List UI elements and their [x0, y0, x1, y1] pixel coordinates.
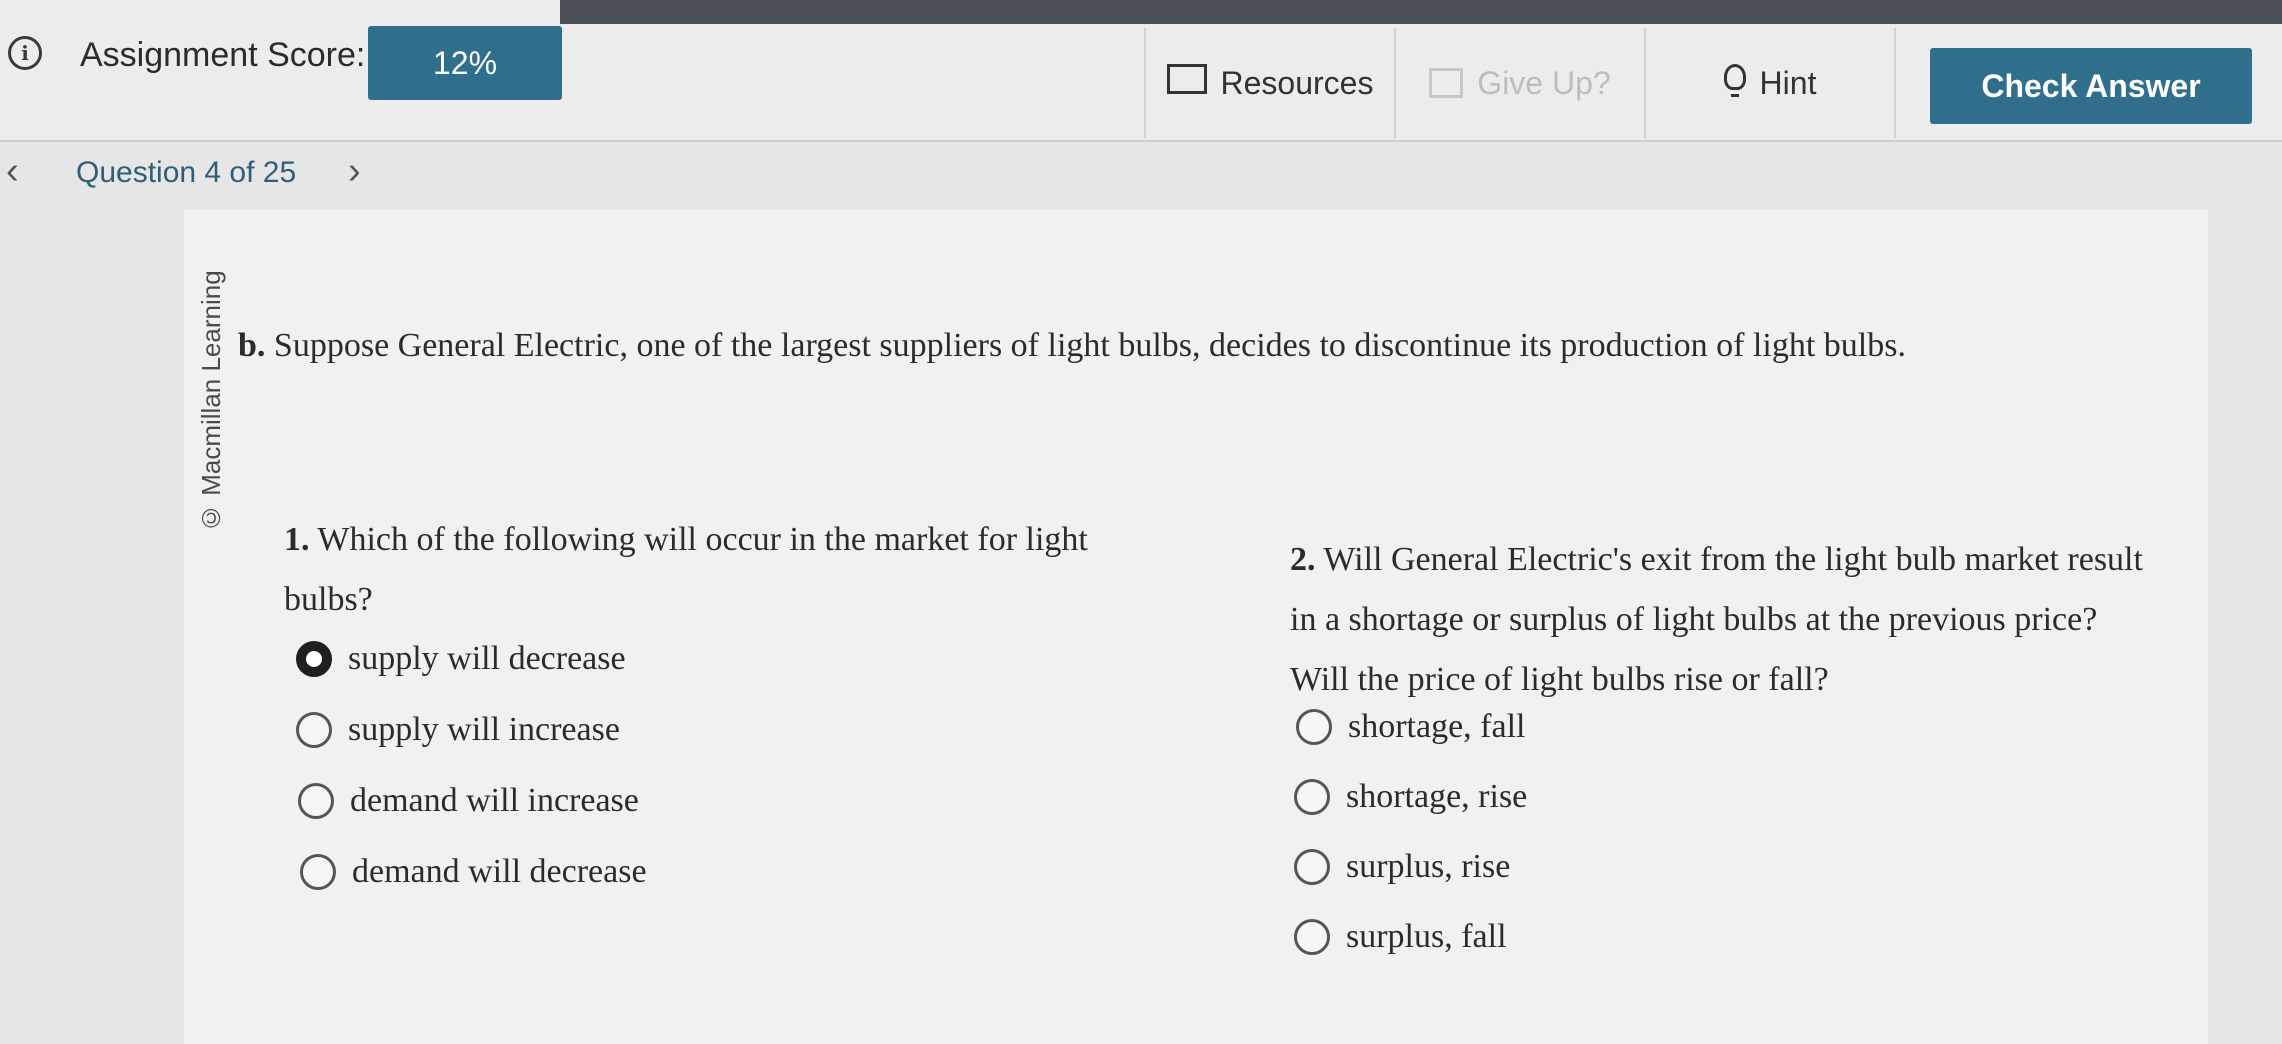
radio-button[interactable] — [296, 712, 332, 748]
radio-button[interactable] — [1294, 849, 1330, 885]
copyright-watermark: © Macmillan Learning — [196, 270, 226, 533]
assignment-score-label: Assignment Score: — [80, 36, 366, 74]
question-2: 2. Will General Electric's exit from the… — [1290, 530, 2150, 710]
chevron-left-icon[interactable]: ‹ — [6, 150, 19, 193]
give-up-icon — [1429, 68, 1464, 98]
q2-option-label: surplus, rise — [1346, 848, 1511, 885]
chevron-right-icon[interactable]: › — [348, 150, 361, 193]
q1-option[interactable]: supply will decrease — [296, 640, 626, 678]
question-navigation: ‹ Question 4 of 25 › — [0, 150, 400, 200]
q2-option[interactable]: shortage, fall — [1296, 708, 1526, 746]
q2-option-label: surplus, fall — [1346, 918, 1507, 955]
question-2-text: Will General Electric's exit from the li… — [1290, 541, 2143, 698]
radio-button[interactable] — [298, 783, 334, 819]
info-icon[interactable]: i — [8, 36, 42, 70]
q1-option-label: supply will increase — [348, 711, 620, 748]
question-counter[interactable]: Question 4 of 25 — [76, 156, 296, 190]
q1-option-label: supply will decrease — [348, 640, 626, 677]
resources-button[interactable]: Resources — [1144, 28, 1394, 138]
radio-button[interactable] — [300, 854, 336, 890]
question-1-text: Which of the following will occur in the… — [284, 521, 1088, 618]
q1-option[interactable]: demand will increase — [298, 782, 639, 820]
radio-button[interactable] — [1294, 919, 1330, 955]
prompt-text: Suppose General Electric, one of the lar… — [273, 327, 1906, 364]
question-1: 1. Which of the following will occur in … — [284, 510, 1134, 630]
assignment-score-value[interactable]: 12% — [368, 26, 562, 100]
browser-strip — [560, 0, 2282, 24]
q1-option[interactable]: demand will decrease — [300, 853, 647, 891]
lightbulb-icon — [1723, 64, 1746, 97]
hint-label: Hint — [1759, 64, 1817, 101]
q2-option[interactable]: surplus, rise — [1294, 848, 1510, 886]
question-2-number: 2. — [1290, 541, 1316, 578]
check-answer-button[interactable]: Check Answer — [1930, 48, 2252, 124]
give-up-label: Give Up? — [1477, 64, 1611, 101]
q2-option-label: shortage, fall — [1348, 708, 1526, 745]
radio-button[interactable] — [1294, 779, 1330, 815]
radio-button-selected[interactable] — [296, 641, 332, 677]
question-prompt: b. Suppose General Electric, one of the … — [238, 322, 2138, 370]
q1-option-label: demand will decrease — [352, 853, 647, 890]
q1-option-label: demand will increase — [350, 782, 639, 819]
q2-option[interactable]: surplus, fall — [1294, 918, 1507, 956]
radio-button[interactable] — [1296, 709, 1332, 745]
folder-icon — [1166, 64, 1207, 94]
q2-option-label: shortage, rise — [1346, 778, 1528, 815]
q2-option[interactable]: shortage, rise — [1294, 778, 1527, 816]
resources-label: Resources — [1220, 64, 1374, 101]
prompt-letter: b. — [238, 327, 266, 364]
question-1-number: 1. — [284, 521, 310, 558]
hint-button[interactable]: Hint — [1644, 28, 1896, 138]
give-up-button[interactable]: Give Up? — [1394, 28, 1644, 138]
q1-option[interactable]: supply will increase — [296, 711, 620, 749]
top-toolbar: i Assignment Score: 12% Resources Give U… — [0, 0, 2282, 142]
